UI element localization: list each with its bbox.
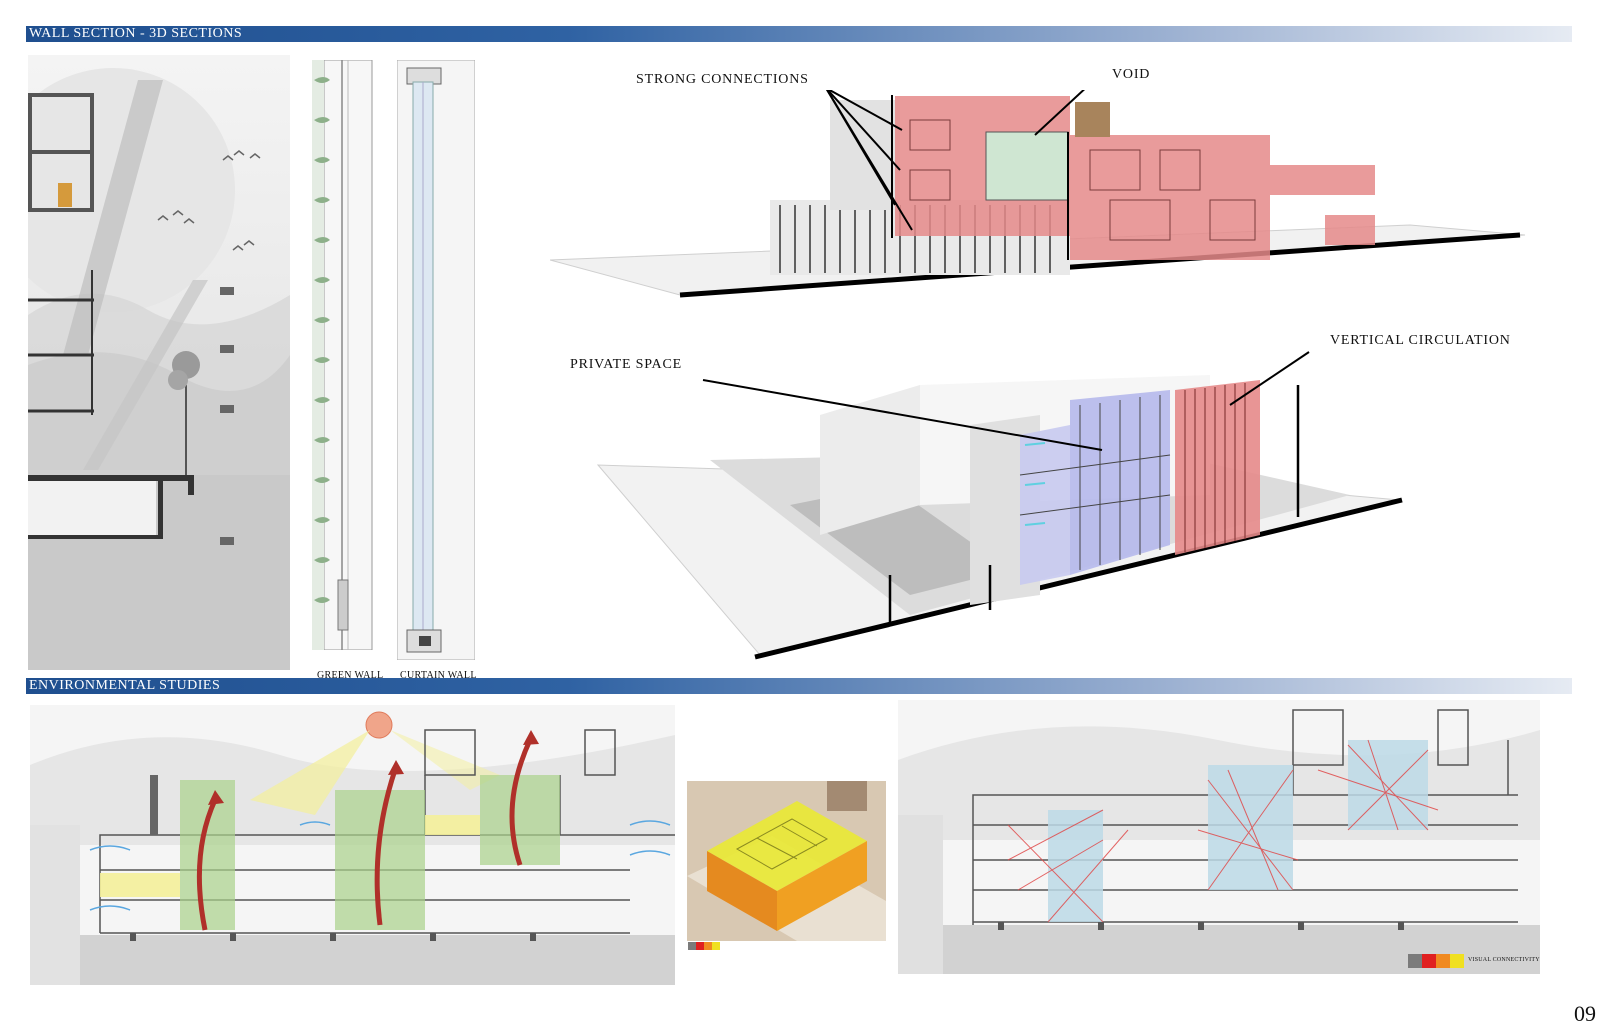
axon-private-circulation xyxy=(596,351,1403,660)
curtain-wall-detail xyxy=(397,60,475,660)
private-space-callout: PRIVATE SPACE xyxy=(570,357,682,372)
environmental-title: ENVIRONMENTAL STUDIES xyxy=(29,678,221,693)
page-number: 09 xyxy=(1574,1001,1596,1026)
visual-connectivity-legend-swatches xyxy=(1408,954,1464,968)
curtain-wall-label: CURTAIN WALL xyxy=(400,670,477,681)
solar-heat-axon xyxy=(687,781,886,941)
wall-section-title: WALL SECTION - 3D SECTIONS xyxy=(29,26,243,41)
environmental-band: ENVIRONMENTAL STUDIES xyxy=(26,678,1572,694)
green-wall-label: GREEN WALL xyxy=(317,670,384,681)
wall-section-band: WALL SECTION - 3D SECTIONS xyxy=(26,26,1572,42)
visual-connectivity-legend-label: VISUAL CONNECTIVITY xyxy=(1468,957,1540,963)
axon-strong-connections xyxy=(550,90,1526,298)
vertical-circulation-callout: VERTICAL CIRCULATION xyxy=(1330,333,1511,348)
visual-connectivity-section xyxy=(898,700,1540,974)
ventilation-section xyxy=(30,705,675,985)
solar-heat-legend xyxy=(688,942,720,950)
green-wall-detail xyxy=(312,60,373,650)
wall-section-drawing xyxy=(28,55,290,670)
strong-connections-callout: STRONG CONNECTIONS xyxy=(636,72,809,87)
void-callout: VOID xyxy=(1112,67,1151,82)
